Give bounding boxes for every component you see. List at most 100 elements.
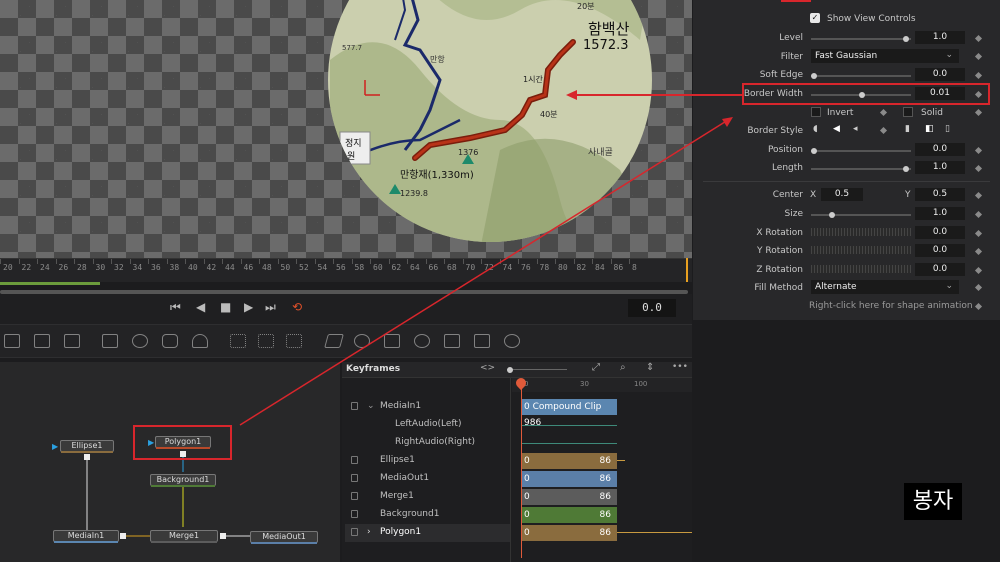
zoom-slider[interactable] xyxy=(507,367,567,373)
ellipse-input-arrow[interactable]: ▶ xyxy=(52,442,58,451)
yrotation-value[interactable]: 0.0 xyxy=(915,244,965,257)
node-editor[interactable]: Ellipse1 ▶ Polygon1 ▶ Background1 MediaI… xyxy=(0,362,340,562)
cap-flat-icon[interactable]: ▮ xyxy=(905,124,910,134)
level-keyframe-icon[interactable] xyxy=(974,34,983,43)
play-icon[interactable]: ▶ xyxy=(244,300,253,314)
center-x-value[interactable]: 0.5 xyxy=(821,188,863,201)
kf-row-ellipse1[interactable]: Ellipse1 xyxy=(345,452,510,470)
chevron-right-icon[interactable]: › xyxy=(367,527,371,537)
expand-icon[interactable]: <> xyxy=(480,363,495,373)
yrotation-dial[interactable] xyxy=(811,246,911,254)
invert-checkbox[interactable] xyxy=(811,107,821,117)
kf-row-leftaudio[interactable]: LeftAudio(Left) xyxy=(345,416,510,434)
node-merge1[interactable]: Merge1 xyxy=(150,530,218,543)
center-keyframe-icon[interactable] xyxy=(974,191,983,200)
softedge-slider[interactable] xyxy=(811,73,911,79)
length-slider[interactable] xyxy=(811,166,911,172)
solid-keyframe-icon[interactable] xyxy=(974,108,983,117)
background-tool-icon[interactable] xyxy=(4,334,20,348)
size-value[interactable]: 1.0 xyxy=(915,207,965,220)
join-bevel-icon[interactable]: ◖ xyxy=(813,124,818,134)
text3d-icon[interactable] xyxy=(384,334,400,348)
ruler-scrollbar[interactable] xyxy=(0,282,100,285)
particle-emitter-icon[interactable] xyxy=(230,334,246,348)
lock-icon[interactable] xyxy=(351,402,358,410)
kf-bar-merge1[interactable]: 0 86 xyxy=(522,489,617,505)
position-keyframe-icon[interactable] xyxy=(974,146,983,155)
shape3d-icon[interactable] xyxy=(324,334,344,348)
zrotation-value[interactable]: 0.0 xyxy=(915,263,965,276)
length-keyframe-icon[interactable] xyxy=(974,164,983,173)
paint-tool-icon[interactable] xyxy=(34,334,50,348)
timeline-ruler[interactable]: 20 22 24 26 28 30 32 34 36 38 40 42 44 46 48 50 52 54 56 58… xyxy=(0,258,692,282)
xrotation-keyframe-icon[interactable] xyxy=(974,229,983,238)
invert-keyframe-icon[interactable] xyxy=(879,108,888,117)
more-options-icon[interactable]: ••• xyxy=(672,362,688,372)
particle-tool-icon[interactable] xyxy=(286,334,302,348)
zrotation-keyframe-icon[interactable] xyxy=(974,266,983,275)
fillmethod-dropdown[interactable]: Alternate ⌄ xyxy=(811,280,959,294)
level-value[interactable]: 1.0 xyxy=(915,31,965,44)
stop-icon[interactable]: ■ xyxy=(220,300,231,314)
renderer3d-icon[interactable] xyxy=(414,334,430,348)
zrotation-dial[interactable] xyxy=(811,265,911,273)
kf-bar-background1[interactable]: 0 86 xyxy=(522,507,617,523)
timecode-display[interactable]: 0.0 xyxy=(628,299,676,317)
kf-row-mediain1[interactable]: ⌄ MediaIn1 xyxy=(345,398,510,416)
playhead-marker[interactable] xyxy=(686,258,688,282)
softedge-value[interactable]: 0.0 xyxy=(915,68,965,81)
lock-icon[interactable] xyxy=(351,474,358,482)
lock-icon[interactable] xyxy=(351,510,358,518)
play-reverse-icon[interactable]: ◀ xyxy=(196,300,205,314)
particle-render-icon[interactable] xyxy=(258,334,274,348)
node-ellipse1[interactable]: Ellipse1 xyxy=(60,440,114,453)
node-mediaout1[interactable]: MediaOut1 xyxy=(250,531,318,544)
keyframe-scale[interactable]: 0 30 100 xyxy=(512,378,692,392)
length-value[interactable]: 1.0 xyxy=(915,161,965,174)
level-slider[interactable] xyxy=(811,36,911,42)
text-tool-icon[interactable] xyxy=(64,334,80,348)
node-mediain1[interactable]: MediaIn1 xyxy=(53,530,119,543)
shape-animation-hint[interactable]: Right-click here for shape animation xyxy=(809,301,973,311)
merge3d-icon[interactable] xyxy=(354,334,370,348)
position-value[interactable]: 0.0 xyxy=(915,143,965,156)
kf-row-merge1[interactable]: Merge1 xyxy=(345,488,510,506)
size-slider[interactable] xyxy=(811,212,911,218)
lock-icon[interactable] xyxy=(351,456,358,464)
softedge-keyframe-icon[interactable] xyxy=(974,71,983,80)
go-to-start-icon[interactable]: ⏮ xyxy=(170,300,181,315)
lock-icon[interactable] xyxy=(351,528,358,536)
filter-dropdown[interactable]: Fast Gaussian ⌄ xyxy=(811,49,959,63)
kf-bar-polygon1[interactable]: 0 86 xyxy=(522,525,617,541)
rectangle-mask-icon[interactable] xyxy=(102,334,118,348)
zoom-icon[interactable]: ⌕ xyxy=(620,362,626,373)
solid-checkbox[interactable] xyxy=(903,107,913,117)
join-miter-icon[interactable]: ◂ xyxy=(853,124,858,134)
viewer-canvas[interactable]: 함백산 1572.3 만항재(1,330m) 20분 1시간 40분 1376 … xyxy=(0,0,692,258)
xrotation-value[interactable]: 0.0 xyxy=(915,226,965,239)
ellipse-mask-icon[interactable] xyxy=(132,334,148,348)
size-keyframe-icon[interactable] xyxy=(974,210,983,219)
center-y-value[interactable]: 0.5 xyxy=(915,188,965,201)
merge-output-port[interactable] xyxy=(220,533,226,539)
kf-row-polygon1[interactable]: › Polygon1 xyxy=(345,524,510,542)
chevron-down-icon[interactable]: ⌄ xyxy=(367,401,375,411)
kf-bar-mediaout1[interactable]: 0 86 xyxy=(522,471,617,487)
camera3d-icon[interactable] xyxy=(444,334,460,348)
lock-icon[interactable] xyxy=(351,492,358,500)
mediain-output-port[interactable] xyxy=(120,533,126,539)
loop-icon[interactable]: ⟲ xyxy=(292,300,302,314)
kf-row-mediaout1[interactable]: MediaOut1 xyxy=(345,470,510,488)
fillmethod-keyframe-icon[interactable] xyxy=(974,283,983,292)
sort-icon[interactable]: ⇕ xyxy=(646,362,654,373)
bspline-mask-icon[interactable] xyxy=(192,334,208,348)
node-background1[interactable]: Background1 xyxy=(150,474,216,487)
hint-keyframe-icon[interactable] xyxy=(974,302,983,311)
kf-row-rightaudio[interactable]: RightAudio(Right) xyxy=(345,434,510,452)
sphere3d-icon[interactable] xyxy=(504,334,520,348)
join-round-icon[interactable]: ◀ xyxy=(833,124,840,134)
filter-keyframe-icon[interactable] xyxy=(974,52,983,61)
yrotation-keyframe-icon[interactable] xyxy=(974,247,983,256)
cap-round-icon[interactable]: ◧ xyxy=(925,124,934,134)
xrotation-dial[interactable] xyxy=(811,228,911,236)
